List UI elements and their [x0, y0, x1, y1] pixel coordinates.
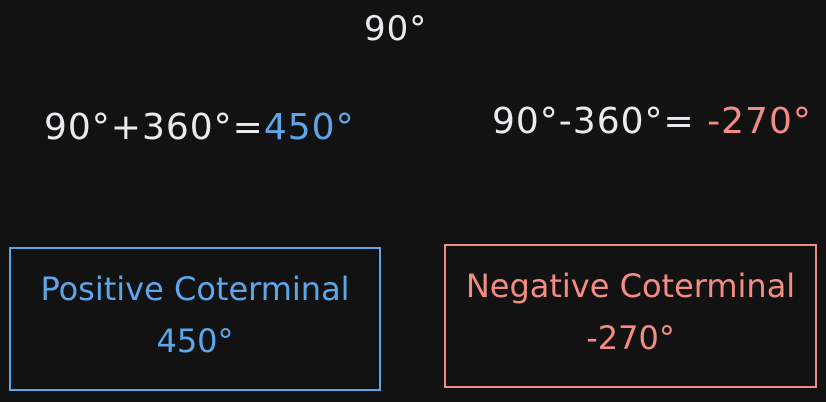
positive-coterminal-box: Positive Coterminal 450° — [9, 247, 381, 391]
base-angle-label: 90° — [364, 9, 428, 49]
positive-equation-lhs: 90°+360°= — [44, 107, 264, 148]
positive-equation: 90°+360°=450° — [44, 110, 355, 146]
positive-coterminal-title: Positive Coterminal — [40, 270, 350, 308]
negative-coterminal-box: Negative Coterminal -270° — [444, 244, 817, 388]
positive-equation-result: 450° — [263, 107, 355, 148]
negative-equation-result: -270° — [707, 101, 812, 142]
negative-coterminal-value: -270° — [586, 319, 675, 357]
positive-coterminal-value: 450° — [156, 322, 234, 360]
negative-equation: 90°-360°= -270° — [492, 104, 812, 140]
negative-coterminal-title: Negative Coterminal — [465, 267, 796, 305]
negative-equation-lhs: 90°-360°= — [492, 101, 695, 142]
